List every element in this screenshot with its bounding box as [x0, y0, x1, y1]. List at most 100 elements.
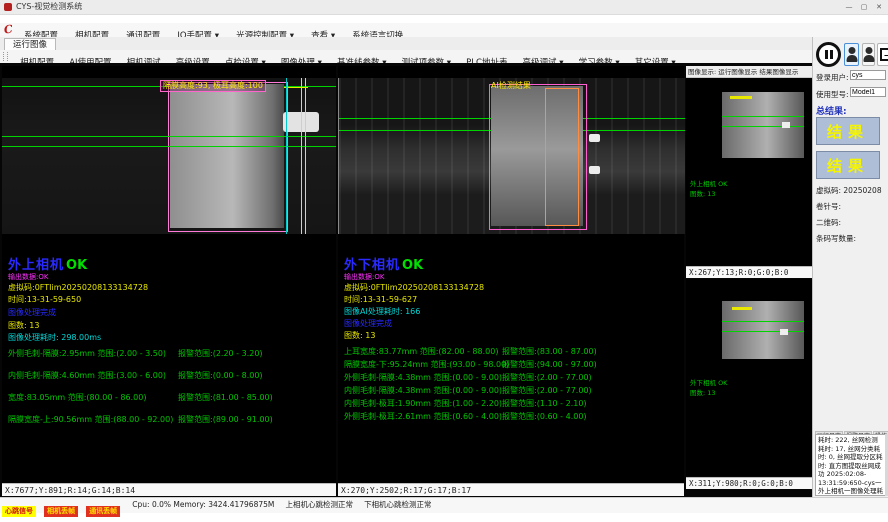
alarm-range: 报警范围:(0.60 - 4.00) [502, 411, 587, 422]
camera-frame-drop-badge: 相机丢帧 [44, 506, 78, 517]
pause-icon [825, 50, 828, 59]
result-ok-badge: OK [402, 258, 423, 273]
menu-bar: C 系统配置 相机配置 通讯配置 IO手配置 ▾ 光源控制配置 ▾ 查看 ▾ 系… [0, 23, 888, 38]
cpu-memory-status: Cpu: 0.0% Memory: 3424.41796875M [132, 498, 274, 512]
model-field[interactable] [850, 87, 886, 97]
camera-image-lower[interactable]: AI检测结果 [338, 78, 685, 234]
tab-strip: 运行图像 [0, 37, 888, 51]
control-panel: → 登录用户: 使用型号: 总结果: 结果 结果 虚拟码: 20250208 卷… [812, 37, 888, 497]
small-view-text: 图数: 13 [690, 389, 716, 398]
maximize-button[interactable]: ▢ [857, 1, 871, 13]
small-image-1 [722, 92, 804, 158]
result-display-2: 结果 [816, 151, 880, 179]
status-bar: 心跳信号 相机丢帧 通讯丢帧 Cpu: 0.0% Memory: 3424.41… [0, 497, 888, 513]
time-line: 时间:13-31-59-650 [8, 294, 81, 305]
measure-line-yellow [301, 78, 302, 234]
lower-camera-heartbeat-status: 下相机心跳检测正常 [364, 498, 432, 512]
measurement-row: 内侧毛刺-隔膜:4.38mm 范围:(0.00 - 9.00) [344, 385, 502, 396]
alarm-range: 报警范围:(94.00 - 97.00) [502, 359, 597, 370]
user-icon [865, 47, 872, 54]
image-overlay-label: 隔膜高度:93, 极耳高度:100 [160, 80, 266, 92]
close-button[interactable]: ✕ [872, 1, 886, 13]
alarm-range: 报警范围:(83.00 - 87.00) [502, 346, 597, 357]
brand-logo-icon: C [3, 23, 13, 36]
toolbar: 相机配置 AI使用配置 相机调试 高级设置 点检设置 ▾ 图像处理 ▾ 基准线参… [0, 50, 812, 64]
frame-count-line: 图数: 13 [344, 330, 375, 341]
small-view-text: 图数: 13 [690, 190, 716, 199]
overlay-mark [730, 96, 752, 99]
result-title-lower: 外下相机OK [344, 254, 423, 273]
process-done-line: 图像处理完成 [8, 307, 56, 318]
measurement-row: 内侧毛刺-极耳:1.90mm 范围:(1.00 - 2.20) [344, 398, 502, 409]
upper-camera-heartbeat-status: 上相机心跳检测正常 [285, 498, 353, 512]
app-icon [4, 3, 12, 11]
measurement-row: 宽度:83.05mm 范围:(80.00 - 86.00) [8, 392, 146, 403]
virtual-code-line: 虚拟码: 20250208 [816, 185, 882, 196]
output-data-line: 输出数据:OK [8, 272, 48, 282]
title-bar: CYS-视觉检测系统 — ▢ ✕ [0, 0, 888, 15]
model-label: 使用型号: [816, 89, 849, 100]
measurement-row: 外侧毛刺-极耳:2.61mm 范围:(0.60 - 4.00) [344, 411, 502, 422]
camera-view-upper: 隔膜高度:93, 极耳高度:100 外上相机OK 输出数据:OK 虚拟码:0FT… [2, 66, 336, 496]
exit-arrow-icon: → [884, 52, 888, 60]
roll-number-label: 卷针号: [816, 201, 841, 212]
camera-name: 外下相机 [344, 258, 400, 273]
ai-result-label: AI检测结果 [491, 81, 531, 91]
comm-frame-drop-badge: 通讯丢帧 [86, 506, 120, 517]
small-view-text: 外上相机 OK [690, 180, 727, 189]
small-view-text: 外下相机 OK [690, 379, 727, 388]
alarm-range: 报警范围:(2.00 - 77.00) [502, 372, 592, 383]
alarm-range: 报警范围:(89.00 - 91.00) [178, 414, 273, 425]
barcode-line: 虚拟码:0FTIim20250208133134728 [8, 282, 148, 293]
login-user-label: 登录用户: [816, 72, 849, 83]
measurement-row: 内侧毛刺-隔膜:4.60mm 范围:(3.00 - 6.00) [8, 370, 166, 381]
toolbar-grip [3, 52, 8, 61]
minimize-button[interactable]: — [842, 1, 856, 13]
measurement-row: 隔膜宽度-下:95.24mm 范围:(93.00 - 98.00) [344, 359, 509, 370]
heartbeat-badge: 心跳信号 [2, 506, 36, 517]
measurement-row: 隔膜宽度-上:90.56mm 范围:(88.00 - 92.00) [8, 414, 173, 425]
user-login-button[interactable] [844, 43, 859, 66]
alarm-range: 报警范围:(2.20 - 3.20) [178, 348, 263, 359]
small-views-header[interactable]: 图像显示: 运行图像显示 结果图像显示 [686, 66, 812, 78]
alarm-range: 报警范围:(2.00 - 77.00) [502, 385, 592, 396]
camera-image-upper[interactable]: 隔膜高度:93, 极耳高度:100 [2, 78, 336, 234]
result-ok-badge: OK [66, 258, 87, 273]
part-image [170, 84, 284, 228]
bright-spot [589, 166, 600, 174]
alarm-range: 报警范围:(1.10 - 2.10) [502, 398, 587, 409]
camera-name: 外上相机 [8, 258, 64, 273]
elapsed-line: 图像处理耗时: 298.00ms [8, 332, 101, 343]
measure-line-cyan [286, 78, 287, 234]
user-switch-button[interactable] [862, 43, 875, 66]
pixel-coords-upper: X:7677;Y:891;R:14;G:14;B:14 [2, 483, 336, 496]
camera-view-lower: AI检测结果 外下相机OK 输出数据:OK 虚拟码:0FTIim20250208… [338, 66, 684, 496]
small-view-2[interactable]: 外下相机 OK 图数: 13 [686, 279, 812, 476]
measurement-row: 外侧毛刺-隔膜:2.95mm 范围:(2.00 - 3.50) [8, 348, 166, 359]
alarm-range: 报警范围:(81.00 - 85.00) [178, 392, 273, 403]
user-icon [848, 47, 855, 54]
log-output[interactable]: 耗时: 222, 丝网检测耗时: 17, 丝网分类耗时: 0, 丝网提取分区耗时… [815, 434, 886, 496]
barcode-write-count-label: 条码写数量: [816, 233, 856, 244]
pixel-coords-lower: X:270;Y:2502;R:17;G:17;B:17 [338, 483, 684, 496]
pixel-coords-small-2: X:311;Y:980;R:0;G:0;B:0 [686, 477, 812, 489]
output-data-line: 输出数据:OK [344, 272, 384, 282]
overlay-mark [732, 307, 752, 310]
qr-code-label: 二维码: [816, 217, 841, 228]
frame-count-line: 图数: 13 [8, 320, 39, 331]
total-result-label: 总结果: [816, 104, 847, 117]
bright-spot [780, 329, 788, 335]
exit-button[interactable]: → [877, 43, 888, 66]
login-user-field[interactable] [850, 70, 886, 80]
alarm-range: 报警范围:(0.00 - 8.00) [178, 370, 263, 381]
pixel-coords-small-1: X:267;Y:13;R:0;G:0;B:0 [686, 266, 812, 278]
roi-rect-orange [545, 88, 579, 226]
small-view-1[interactable]: 外上相机 OK 图数: 13 [686, 78, 812, 266]
bright-spot [782, 122, 790, 128]
pause-button[interactable] [816, 42, 841, 67]
ai-elapsed-line: 图像AI处理耗时: 166 [344, 306, 420, 317]
time-line: 时间:13-31-59-627 [344, 294, 417, 305]
measurement-row: 上耳宽度:83.77mm 范围:(82.00 - 88.00) [344, 346, 498, 357]
small-image-2 [722, 301, 804, 359]
result-title-upper: 外上相机OK [8, 254, 87, 273]
